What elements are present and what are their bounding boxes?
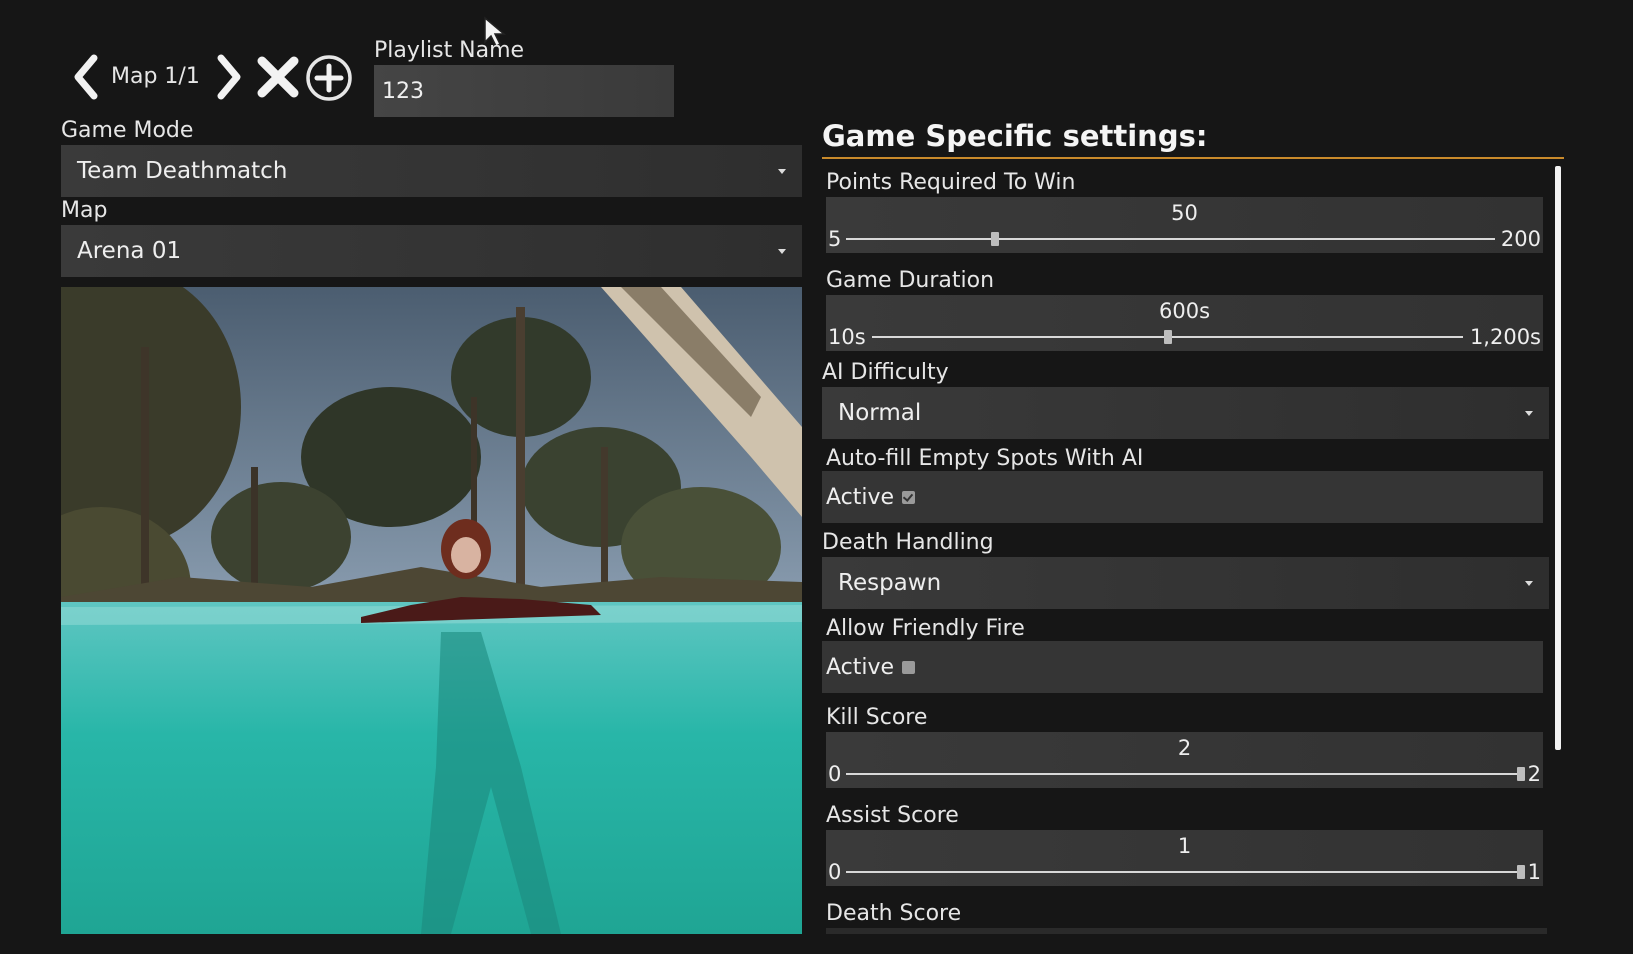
game-mode-value: Team Deathmatch — [77, 158, 288, 184]
game-duration-min: 10s — [828, 325, 866, 349]
game-duration-max: 1,200s — [1469, 325, 1541, 349]
death-handling-value: Respawn — [838, 570, 942, 596]
assist-score-max: 1 — [1527, 860, 1541, 884]
kill-score-slider[interactable]: 2 0 2 — [826, 732, 1543, 788]
ai-difficulty-label: AI Difficulty — [822, 360, 949, 385]
friendly-fire-checkbox[interactable] — [902, 660, 916, 674]
points-to-win-max: 200 — [1500, 227, 1541, 251]
game-duration-label: Game Duration — [826, 268, 995, 293]
game-duration-slider[interactable]: 600s 10s 1,200s — [826, 295, 1543, 351]
game-mode-dropdown[interactable]: Team Deathmatch — [61, 145, 802, 197]
autofill-row: Active — [822, 471, 1543, 523]
ai-difficulty-value: Normal — [838, 400, 922, 426]
map-preview-image — [61, 287, 802, 934]
assist-score-thumb[interactable] — [1517, 865, 1525, 879]
close-icon[interactable] — [256, 56, 300, 98]
points-to-win-track — [846, 238, 1495, 240]
chevron-left-icon[interactable] — [70, 54, 102, 100]
kill-score-label: Kill Score — [826, 705, 928, 730]
chevron-down-icon — [778, 169, 786, 174]
friendly-fire-state-label: Active — [826, 654, 895, 680]
kill-score-track — [846, 773, 1521, 775]
map-dropdown[interactable]: Arena 01 — [61, 225, 802, 277]
points-to-win-value: 50 — [1171, 201, 1198, 225]
assist-score-value: 1 — [1177, 834, 1192, 858]
settings-scrollbar[interactable] — [1555, 166, 1561, 750]
chevron-down-icon — [1525, 581, 1533, 586]
game-mode-label: Game Mode — [61, 118, 194, 143]
map-label: Map — [61, 198, 108, 223]
settings-title: Game Specific settings: — [822, 119, 1208, 153]
death-score-slider-top — [826, 928, 1547, 934]
map-counter: Map 1/1 — [111, 64, 200, 89]
ai-difficulty-dropdown[interactable]: Normal — [822, 387, 1549, 439]
kill-score-thumb[interactable] — [1517, 767, 1525, 781]
playlist-name-input[interactable] — [374, 65, 674, 117]
kill-score-min: 0 — [828, 762, 842, 786]
chevron-down-icon — [778, 249, 786, 254]
points-to-win-min: 5 — [828, 227, 842, 251]
assist-score-min: 0 — [828, 860, 842, 884]
playlist-name-label: Playlist Name — [374, 38, 525, 63]
add-circle-icon[interactable] — [304, 53, 354, 103]
friendly-fire-label: Allow Friendly Fire — [826, 616, 1025, 641]
autofill-state-label: Active — [826, 484, 895, 510]
friendly-fire-row: Active — [822, 641, 1543, 693]
points-to-win-label: Points Required To Win — [826, 170, 1076, 195]
map-value: Arena 01 — [77, 238, 182, 264]
assist-score-slider[interactable]: 1 0 1 — [826, 830, 1543, 886]
chevron-down-icon — [1525, 411, 1533, 416]
death-handling-dropdown[interactable]: Respawn — [822, 557, 1549, 609]
death-handling-label: Death Handling — [822, 530, 994, 555]
assist-score-label: Assist Score — [826, 803, 959, 828]
points-to-win-thumb[interactable] — [991, 232, 1000, 246]
kill-score-value: 2 — [1177, 736, 1192, 760]
settings-title-underline — [822, 157, 1564, 159]
kill-score-max: 2 — [1527, 762, 1541, 786]
points-to-win-slider[interactable]: 50 5 200 — [826, 197, 1543, 253]
death-score-label: Death Score — [826, 901, 962, 926]
autofill-label: Auto-fill Empty Spots With AI — [826, 446, 1144, 471]
chevron-right-icon[interactable] — [213, 54, 245, 100]
game-duration-thumb[interactable] — [1163, 330, 1172, 344]
assist-score-track — [846, 871, 1521, 873]
game-duration-value: 600s — [1158, 299, 1211, 323]
autofill-checkbox[interactable] — [902, 490, 916, 504]
